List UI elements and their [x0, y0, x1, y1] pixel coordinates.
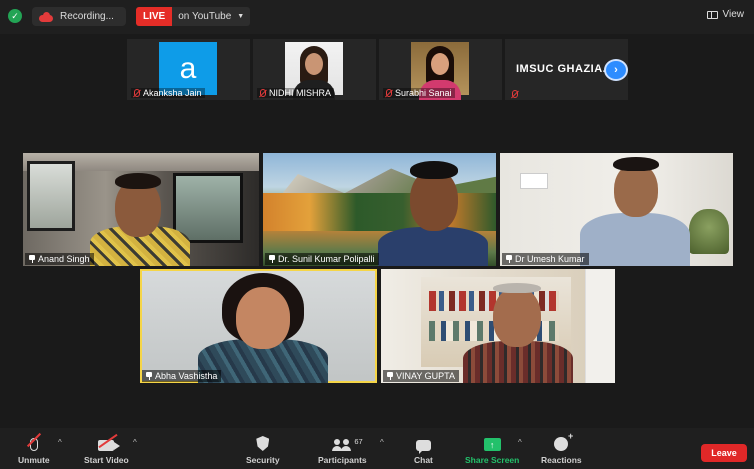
thumbnail-participant[interactable]: NIDHI MISHRA: [253, 39, 376, 100]
participant-name: VINAY GUPTA: [396, 371, 456, 381]
encryption-shield-icon[interactable]: ✓: [8, 9, 22, 23]
pin-icon: [269, 255, 275, 263]
participants-count: 67: [354, 437, 363, 446]
view-label: View: [722, 9, 745, 20]
avatar-letter: a: [179, 51, 197, 85]
participant-title: IMSUC GHAZIA...: [516, 63, 614, 75]
chat-icon: [415, 434, 431, 454]
participant-name: Akanksha Jain: [143, 88, 202, 98]
chevron-right-icon: ›: [614, 64, 618, 76]
participant-name: Surabhi Sanai: [395, 88, 452, 98]
live-destination: on YouTube: [178, 11, 232, 22]
participant-name-tag: Surabhi Sanai: [383, 88, 455, 98]
video-tile[interactable]: Dr Umesh Kumar: [500, 153, 733, 266]
participant-name-tag: Dr Umesh Kumar: [502, 253, 589, 265]
start-video-button[interactable]: Start Video: [84, 433, 129, 465]
recording-label: Recording...: [60, 11, 114, 22]
mic-muted-icon: [26, 432, 41, 451]
participant-name: Abha Vashistha: [155, 371, 218, 381]
reactions-label: Reactions: [541, 455, 582, 465]
share-screen-icon: ↑: [483, 434, 501, 451]
thumbnail-participant[interactable]: a Akanksha Jain: [127, 39, 250, 100]
view-button[interactable]: View: [706, 9, 745, 20]
cloud-recording-icon: [39, 11, 53, 22]
shield-icon: [256, 434, 270, 451]
participant-name-tag: Dr. Sunil Kumar Polipalli: [265, 253, 379, 265]
pin-icon: [29, 255, 35, 263]
video-off-icon: [98, 433, 121, 451]
unmute-label: Unmute: [18, 455, 50, 465]
pin-icon: [146, 372, 152, 380]
participant-name: NIDHI MISHRA: [269, 88, 332, 98]
video-tile[interactable]: Anand Singh: [23, 153, 259, 266]
participant-name-tag: NIDHI MISHRA: [257, 88, 335, 98]
participant-name: Dr Umesh Kumar: [515, 254, 585, 264]
share-options-caret[interactable]: ^: [518, 438, 522, 447]
participants-button[interactable]: 67 Participants: [318, 434, 367, 465]
live-badge: LIVE: [136, 7, 173, 26]
live-stream-dropdown[interactable]: LIVE on YouTube ▼: [136, 7, 251, 26]
share-screen-button[interactable]: ↑ Share Screen: [465, 434, 519, 465]
thumbnail-participant[interactable]: IMSUC GHAZIA... ›: [505, 39, 628, 100]
participant-thumbnail-strip: a Akanksha Jain NIDHI MISHRA Surabhi San…: [127, 39, 628, 100]
emoji-icon: [554, 431, 573, 451]
active-speaker-tile[interactable]: Abha Vashistha: [140, 269, 377, 383]
chat-button[interactable]: Chat: [414, 434, 433, 465]
pin-icon: [506, 255, 512, 263]
participant-name-tag: Anand Singh: [25, 253, 94, 265]
security-label: Security: [246, 455, 280, 465]
view-layout-icon: [706, 10, 718, 19]
reactions-button[interactable]: Reactions: [541, 431, 582, 465]
unmute-button[interactable]: Unmute: [18, 432, 50, 465]
meeting-controls-bar: Unmute ^ Start Video ^ Security 67 Parti…: [0, 428, 754, 469]
next-page-button[interactable]: ›: [604, 59, 628, 81]
participant-name: Dr. Sunil Kumar Polipalli: [278, 254, 375, 264]
pin-icon: [387, 372, 393, 380]
start-video-label: Start Video: [84, 455, 129, 465]
video-options-caret[interactable]: ^: [133, 438, 137, 447]
participant-name-tag: Akanksha Jain: [131, 88, 205, 98]
participant-name: Anand Singh: [38, 254, 90, 264]
participants-label: Participants: [318, 455, 367, 465]
top-bar: ✓ Recording... LIVE on YouTube ▼ View: [0, 0, 754, 34]
participants-options-caret[interactable]: ^: [380, 438, 384, 447]
participant-name-tag: VINAY GUPTA: [383, 370, 460, 382]
leave-button[interactable]: Leave: [701, 444, 747, 462]
share-screen-label: Share Screen: [465, 455, 520, 465]
mic-muted-icon: [512, 90, 518, 98]
mic-muted-icon: [260, 89, 266, 97]
audio-options-caret[interactable]: ^: [58, 438, 62, 447]
recording-indicator[interactable]: Recording...: [32, 7, 126, 26]
chevron-down-icon: ▼: [237, 13, 245, 20]
video-tile[interactable]: Dr. Sunil Kumar Polipalli: [263, 153, 496, 266]
thumbnail-participant[interactable]: Surabhi Sanai: [379, 39, 502, 100]
mic-muted-icon: [386, 89, 392, 97]
participant-name-tag: [509, 90, 521, 98]
participant-name-tag: Abha Vashistha: [142, 370, 222, 382]
mic-muted-icon: [134, 89, 140, 97]
participants-icon: 67: [332, 434, 363, 451]
chat-label: Chat: [414, 455, 433, 465]
video-tile[interactable]: VINAY GUPTA: [381, 269, 615, 383]
security-button[interactable]: Security: [246, 434, 280, 465]
